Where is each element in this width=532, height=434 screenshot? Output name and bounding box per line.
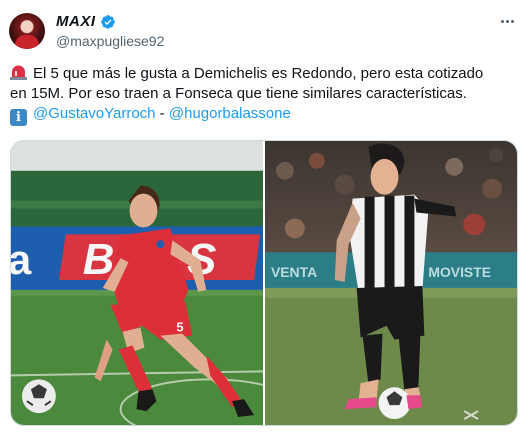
- media-photo-2[interactable]: VENTA MOVISTE: [265, 141, 517, 425]
- more-options-icon[interactable]: [496, 12, 518, 30]
- tweet-media: a BASS 5: [10, 140, 518, 426]
- siren-emoji-icon: [10, 65, 27, 80]
- verified-badge-icon: [100, 14, 115, 29]
- mention-gustavo-yarroch[interactable]: @GustavoYarroch: [33, 105, 156, 122]
- author-avatar[interactable]: [9, 13, 45, 49]
- tweet-line-1: El 5 que más le gusta a Demichelis es Re…: [10, 64, 522, 84]
- tweet-text: El 5 que más le gusta a Demichelis es Re…: [10, 64, 522, 126]
- author-handle[interactable]: @maxpugliese92: [56, 33, 164, 49]
- author-name-row: MAXI: [56, 13, 116, 30]
- photo-2-image: VENTA MOVISTE: [265, 141, 517, 425]
- photo-1-image: a BASS 5: [11, 141, 263, 425]
- tweet-card[interactable]: MAXI @maxpugliese92 El 5 que más le gust…: [0, 0, 532, 434]
- tweet-mentions-line: i @GustavoYarroch - @hugorbalassone: [10, 104, 522, 126]
- photo-2-ad-text-right: MOVISTE: [428, 264, 491, 280]
- photo-2-ad-text-left: VENTA: [271, 264, 317, 280]
- author-display-name[interactable]: MAXI: [56, 13, 96, 30]
- information-emoji-icon: i: [10, 109, 27, 126]
- media-photo-1[interactable]: a BASS 5: [11, 141, 263, 425]
- tweet-line-2: en 15M. Por eso traen a Fonseca que tien…: [10, 85, 467, 102]
- mention-hugorbalassone[interactable]: @hugorbalassone: [169, 105, 291, 122]
- mention-separator: -: [155, 105, 169, 122]
